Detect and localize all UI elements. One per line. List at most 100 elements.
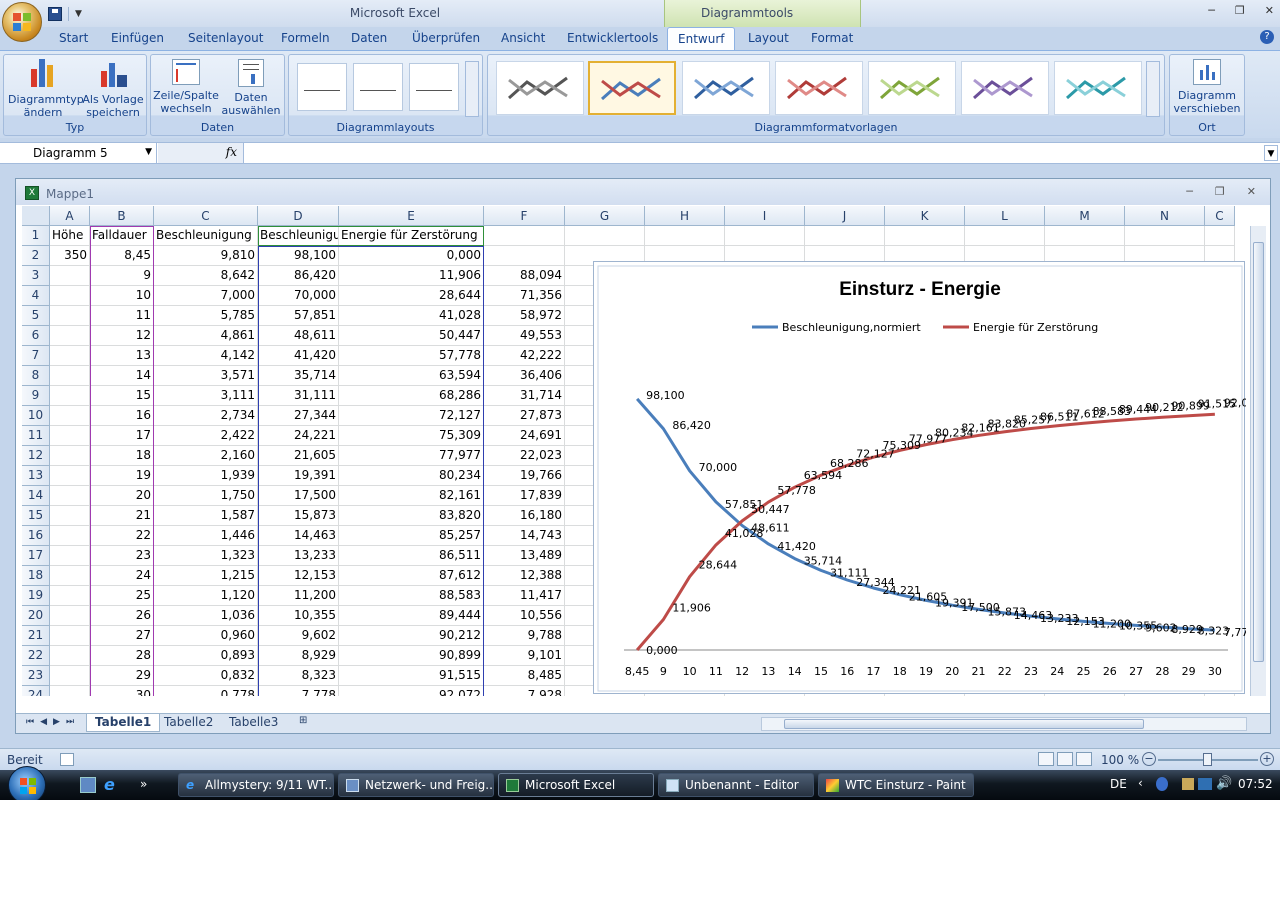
cell[interactable]: 27,344: [258, 406, 339, 426]
cell[interactable]: [1125, 226, 1205, 246]
row-header[interactable]: 20: [22, 606, 50, 626]
cell[interactable]: 86,511: [339, 546, 484, 566]
task-netzwerk[interactable]: Netzwerk- und Freig...: [338, 773, 494, 797]
cell[interactable]: Falldauer: [90, 226, 154, 246]
cell[interactable]: 2,734: [154, 406, 258, 426]
cell[interactable]: 71,356: [484, 286, 565, 306]
chart-style-2[interactable]: [588, 61, 676, 115]
cell[interactable]: [50, 506, 90, 526]
row-header[interactable]: 1: [22, 226, 50, 246]
task-editor[interactable]: Unbenannt - Editor: [658, 773, 814, 797]
cell[interactable]: 10,556: [484, 606, 565, 626]
cell[interactable]: 1,215: [154, 566, 258, 586]
zoom-slider-knob[interactable]: [1203, 753, 1212, 766]
minimize-icon[interactable]: ─: [1208, 4, 1215, 17]
tab-einfuegen[interactable]: Einfügen: [111, 31, 164, 45]
row-header[interactable]: 7: [22, 346, 50, 366]
chart-style-4[interactable]: [775, 61, 863, 115]
tab-start[interactable]: Start: [59, 31, 88, 45]
wb-minimize-icon[interactable]: ─: [1186, 185, 1193, 198]
cell[interactable]: 70,000: [258, 286, 339, 306]
cell[interactable]: 1,587: [154, 506, 258, 526]
row-header[interactable]: 11: [22, 426, 50, 446]
cell[interactable]: [1205, 226, 1235, 246]
cell[interactable]: [1045, 226, 1125, 246]
cell[interactable]: Höhe: [50, 226, 90, 246]
cell[interactable]: 31,111: [258, 386, 339, 406]
sheet-tab-tabelle3[interactable]: Tabelle3: [221, 714, 286, 732]
cell[interactable]: 90,899: [339, 646, 484, 666]
row-header[interactable]: 8: [22, 366, 50, 386]
cell[interactable]: 30: [90, 686, 154, 696]
chart-style-1[interactable]: [496, 61, 584, 115]
cell[interactable]: [885, 226, 965, 246]
column-header[interactable]: G: [565, 206, 645, 226]
cell[interactable]: [50, 326, 90, 346]
change-chart-type-button[interactable]: Diagrammtyp ändern: [8, 57, 84, 119]
cell[interactable]: [565, 226, 645, 246]
row-header[interactable]: 23: [22, 666, 50, 686]
cell[interactable]: 22: [90, 526, 154, 546]
row-header[interactable]: 19: [22, 586, 50, 606]
styles-gallery-scroll[interactable]: [1146, 61, 1160, 117]
network-status-icon[interactable]: [1198, 778, 1212, 790]
cell[interactable]: 10: [90, 286, 154, 306]
cell[interactable]: [50, 406, 90, 426]
cell[interactable]: 7,000: [154, 286, 258, 306]
cell[interactable]: [50, 446, 90, 466]
cell[interactable]: 82,161: [339, 486, 484, 506]
cell[interactable]: 2,422: [154, 426, 258, 446]
tab-format[interactable]: Format: [811, 31, 853, 45]
cell[interactable]: 9,810: [154, 246, 258, 266]
row-header[interactable]: 4: [22, 286, 50, 306]
cell[interactable]: 2,160: [154, 446, 258, 466]
row-header[interactable]: 9: [22, 386, 50, 406]
cell[interactable]: 75,309: [339, 426, 484, 446]
tab-entwurf[interactable]: Entwurf: [667, 27, 736, 51]
cell[interactable]: 9,602: [258, 626, 339, 646]
save-icon[interactable]: [48, 7, 62, 21]
cell[interactable]: 12,153: [258, 566, 339, 586]
cell[interactable]: 50,447: [339, 326, 484, 346]
cell[interactable]: 26: [90, 606, 154, 626]
office-button[interactable]: [2, 2, 42, 42]
cell[interactable]: 25: [90, 586, 154, 606]
cell[interactable]: [50, 626, 90, 646]
row-header[interactable]: 10: [22, 406, 50, 426]
cell[interactable]: 85,257: [339, 526, 484, 546]
cell[interactable]: 89,444: [339, 606, 484, 626]
cell[interactable]: 22,023: [484, 446, 565, 466]
column-header[interactable]: H: [645, 206, 725, 226]
column-header[interactable]: M: [1045, 206, 1125, 226]
cell[interactable]: 63,594: [339, 366, 484, 386]
cell[interactable]: 24: [90, 566, 154, 586]
page-layout-view-icon[interactable]: [1057, 752, 1073, 766]
cell[interactable]: 8,45: [90, 246, 154, 266]
tab-layout[interactable]: Layout: [748, 31, 789, 45]
restore-icon[interactable]: ❐: [1235, 4, 1245, 17]
cell[interactable]: 17: [90, 426, 154, 446]
row-header[interactable]: 18: [22, 566, 50, 586]
cell[interactable]: 36,406: [484, 366, 565, 386]
cell[interactable]: 29: [90, 666, 154, 686]
name-box-dropdown-icon[interactable]: ▼: [145, 147, 152, 157]
row-header[interactable]: 22: [22, 646, 50, 666]
cell[interactable]: 8,323: [258, 666, 339, 686]
cell[interactable]: 83,820: [339, 506, 484, 526]
cell[interactable]: [50, 646, 90, 666]
cell[interactable]: 42,222: [484, 346, 565, 366]
chart-layout-3[interactable]: [409, 63, 459, 111]
cell[interactable]: [645, 226, 725, 246]
cell[interactable]: Beschleunigung: [154, 226, 258, 246]
zoom-out-icon[interactable]: −: [1142, 752, 1156, 766]
cell[interactable]: 91,515: [339, 666, 484, 686]
cell[interactable]: 17,500: [258, 486, 339, 506]
column-header[interactable]: D: [258, 206, 339, 226]
cell[interactable]: 24,221: [258, 426, 339, 446]
sheet-tab-tabelle1[interactable]: Tabelle1: [86, 714, 161, 732]
cell[interactable]: [805, 226, 885, 246]
task-excel[interactable]: Microsoft Excel: [498, 773, 654, 797]
row-header[interactable]: 15: [22, 506, 50, 526]
select-data-button[interactable]: Daten auswählen: [219, 57, 283, 117]
tray-app-icon[interactable]: [1156, 777, 1168, 791]
